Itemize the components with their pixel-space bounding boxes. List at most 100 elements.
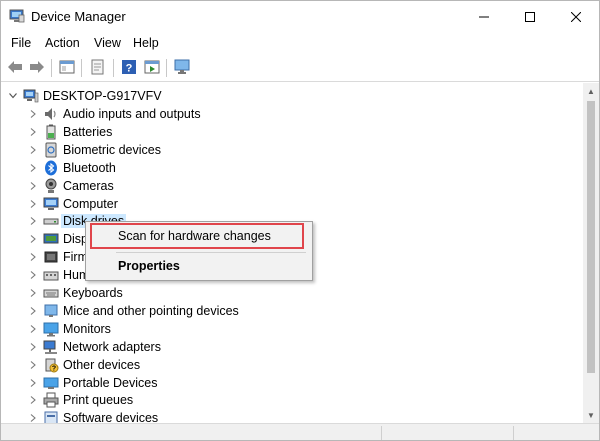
- software-device-icon: [43, 410, 59, 423]
- menu-view[interactable]: View: [92, 36, 123, 50]
- camera-icon: [43, 178, 59, 194]
- keyboard-icon: [43, 285, 59, 301]
- toolbar-separator: [51, 59, 52, 77]
- tree-item[interactable]: Hum: [27, 266, 89, 284]
- tree-item-label: Audio inputs and outputs: [63, 107, 201, 121]
- chevron-right-icon[interactable]: [27, 284, 39, 302]
- scroll-thumb[interactable]: [587, 101, 595, 373]
- tree-item[interactable]: Print queues: [27, 391, 133, 409]
- minimize-button[interactable]: [461, 1, 507, 33]
- status-separator: [381, 426, 382, 440]
- hid-icon: [43, 267, 59, 283]
- toolbar: ?: [1, 54, 599, 82]
- forward-arrow-icon[interactable]: [27, 57, 47, 77]
- bluetooth-icon: [43, 160, 59, 176]
- chevron-right-icon[interactable]: [27, 195, 39, 213]
- tree-item[interactable]: Keyboards: [27, 284, 123, 302]
- chevron-right-icon[interactable]: [27, 266, 39, 284]
- tree-item[interactable]: Firm: [27, 248, 88, 266]
- chevron-right-icon[interactable]: [27, 212, 39, 230]
- tree-item-label: Bluetooth: [63, 160, 116, 175]
- tree-item[interactable]: Disp: [27, 230, 88, 248]
- chevron-right-icon[interactable]: [27, 248, 39, 266]
- tree-item[interactable]: Mice and other pointing devices: [27, 302, 239, 320]
- chevron-right-icon[interactable]: [27, 409, 39, 423]
- action-pane-icon[interactable]: [142, 57, 162, 77]
- chevron-right-icon[interactable]: [27, 177, 39, 195]
- desktop-computer-icon: [23, 88, 39, 104]
- update-driver-icon[interactable]: [88, 57, 108, 77]
- toolbar-separator: [81, 59, 82, 77]
- chevron-right-icon[interactable]: [27, 105, 39, 123]
- chevron-right-icon[interactable]: [27, 230, 39, 248]
- properties-pane-icon[interactable]: [57, 57, 77, 77]
- tree-item[interactable]: ? Other devices: [27, 356, 140, 374]
- properties-menu-item[interactable]: Properties: [88, 254, 310, 278]
- chevron-right-icon[interactable]: [27, 123, 39, 141]
- tree-item-label: Batteries: [63, 124, 113, 139]
- device-manager-window: Device Manager File Action View Help ? D…: [0, 0, 600, 441]
- chevron-down-icon[interactable]: [7, 87, 19, 105]
- help-icon[interactable]: ?: [119, 57, 139, 77]
- portable-device-icon: [43, 375, 59, 391]
- tree-item[interactable]: Computer: [27, 195, 118, 213]
- other-devices-icon: ?: [43, 357, 59, 373]
- context-menu-separator: [116, 252, 306, 253]
- window-title: Device Manager: [31, 9, 126, 24]
- tree-root[interactable]: DESKTOP-G917VFV: [7, 87, 162, 105]
- maximize-button[interactable]: [507, 1, 553, 33]
- tree-item[interactable]: Bluetooth: [27, 159, 116, 177]
- tree-item[interactable]: Monitors: [27, 320, 111, 338]
- scan-highlight-box: [90, 223, 304, 249]
- mouse-icon: [43, 303, 59, 319]
- tree-item[interactable]: Software devices: [27, 409, 158, 423]
- scroll-down-icon[interactable]: ▼: [583, 407, 599, 423]
- tree-item[interactable]: Cameras: [27, 177, 114, 195]
- printer-icon: [43, 392, 59, 408]
- computer-icon: [43, 196, 59, 212]
- svg-text:?: ?: [126, 63, 133, 75]
- svg-text:?: ?: [52, 365, 56, 372]
- firmware-icon: [43, 249, 59, 265]
- menu-help[interactable]: Help: [131, 36, 161, 50]
- chevron-right-icon[interactable]: [27, 356, 39, 374]
- display-adapter-icon: [43, 231, 59, 247]
- menu-action[interactable]: Action: [43, 36, 82, 50]
- status-bar: [1, 423, 599, 440]
- chevron-right-icon[interactable]: [27, 320, 39, 338]
- tree-item-label: Software devices: [63, 411, 159, 423]
- tree-item[interactable]: Audio inputs and outputs: [27, 105, 201, 123]
- tree-item[interactable]: Biometric devices: [27, 141, 161, 159]
- menu-file[interactable]: File: [9, 36, 33, 50]
- tree-item-label: Print queues: [63, 393, 134, 408]
- tree-item-label: Monitors: [63, 321, 111, 336]
- biometric-icon: [43, 142, 59, 158]
- chevron-right-icon[interactable]: [27, 338, 39, 356]
- scroll-up-icon[interactable]: ▲: [583, 83, 599, 99]
- close-button[interactable]: [553, 1, 599, 33]
- chevron-right-icon[interactable]: [27, 391, 39, 409]
- toolbar-separator: [166, 59, 167, 77]
- tree-item-label: Cameras: [63, 178, 114, 193]
- computer-name: DESKTOP-G917VFV: [43, 89, 162, 103]
- monitor-icon: [43, 321, 59, 337]
- chevron-right-icon[interactable]: [27, 302, 39, 320]
- tree-item-label: Portable Devices: [63, 375, 158, 390]
- tree-item[interactable]: Batteries: [27, 123, 112, 141]
- tree-item-label: Keyboards: [63, 286, 123, 300]
- menu-bar: File Action View Help: [1, 34, 599, 54]
- tree-item[interactable]: Portable Devices: [27, 374, 158, 392]
- title-bar[interactable]: Device Manager: [1, 1, 599, 33]
- battery-icon: [43, 124, 59, 140]
- chevron-right-icon[interactable]: [27, 141, 39, 159]
- status-separator: [513, 426, 514, 440]
- disk-drive-icon: [43, 213, 59, 229]
- vertical-scrollbar[interactable]: ▲ ▼: [583, 83, 599, 423]
- chevron-right-icon[interactable]: [27, 159, 39, 177]
- chevron-right-icon[interactable]: [27, 374, 39, 392]
- back-arrow-icon[interactable]: [5, 57, 25, 77]
- scan-monitor-icon[interactable]: [173, 57, 193, 77]
- tree-item[interactable]: Network adapters: [27, 338, 161, 356]
- network-icon: [43, 339, 59, 355]
- tree-item-label: Computer: [63, 196, 118, 211]
